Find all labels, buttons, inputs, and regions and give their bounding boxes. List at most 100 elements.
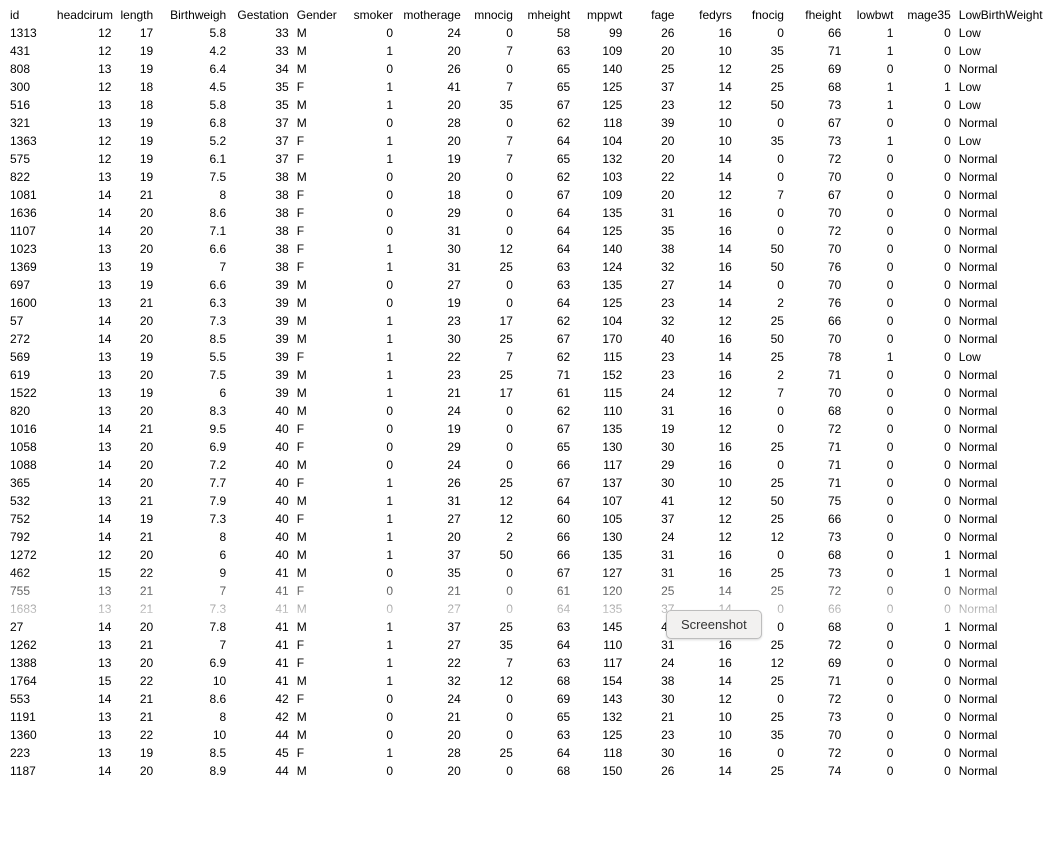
cell-LowBirthWeight: Normal bbox=[955, 258, 1054, 276]
cell-mppwt: 125 bbox=[574, 96, 626, 114]
cell-fnocig: 25 bbox=[736, 762, 788, 780]
cell-motherage: 29 bbox=[397, 438, 465, 456]
cell-headcirum: 14 bbox=[53, 420, 116, 438]
cell-mage35: 0 bbox=[897, 348, 954, 366]
cell-smoker: 0 bbox=[340, 24, 397, 42]
cell-mnocig: 0 bbox=[465, 168, 517, 186]
screenshot-button[interactable]: Screenshot bbox=[666, 610, 762, 639]
cell-Birthweigh: 6.4 bbox=[157, 60, 230, 78]
cell-Gestation: 39 bbox=[230, 366, 293, 384]
cell-fheight: 66 bbox=[788, 600, 845, 618]
cell-fheight: 71 bbox=[788, 474, 845, 492]
cell-Gender: M bbox=[293, 60, 340, 78]
cell-Birthweigh: 7.5 bbox=[157, 168, 230, 186]
cell-mnocig: 25 bbox=[465, 258, 517, 276]
cell-headcirum: 14 bbox=[53, 762, 116, 780]
cell-headcirum: 13 bbox=[53, 114, 116, 132]
cell-fheight: 70 bbox=[788, 240, 845, 258]
cell-mage35: 0 bbox=[897, 636, 954, 654]
cell-fage: 32 bbox=[626, 312, 678, 330]
cell-fnocig: 50 bbox=[736, 96, 788, 114]
cell-fnocig: 7 bbox=[736, 186, 788, 204]
cell-fedyrs: 14 bbox=[678, 294, 735, 312]
cell-mheight: 63 bbox=[517, 726, 574, 744]
cell-Gestation: 38 bbox=[230, 240, 293, 258]
cell-mheight: 64 bbox=[517, 132, 574, 150]
cell-fheight: 73 bbox=[788, 528, 845, 546]
cell-length: 20 bbox=[115, 546, 157, 564]
cell-smoker: 0 bbox=[340, 60, 397, 78]
cell-fage: 39 bbox=[626, 114, 678, 132]
cell-Birthweigh: 8.5 bbox=[157, 330, 230, 348]
cell-smoker: 1 bbox=[340, 258, 397, 276]
cell-smoker: 0 bbox=[340, 186, 397, 204]
cell-lowbwt: 0 bbox=[845, 312, 897, 330]
cell-lowbwt: 1 bbox=[845, 348, 897, 366]
cell-fedyrs: 14 bbox=[678, 348, 735, 366]
cell-mnocig: 25 bbox=[465, 330, 517, 348]
cell-fnocig: 25 bbox=[736, 564, 788, 582]
cell-fheight: 71 bbox=[788, 42, 845, 60]
cell-length: 20 bbox=[115, 330, 157, 348]
cell-Gestation: 37 bbox=[230, 132, 293, 150]
cell-LowBirthWeight: Normal bbox=[955, 492, 1054, 510]
cell-Birthweigh: 7.9 bbox=[157, 492, 230, 510]
cell-lowbwt: 1 bbox=[845, 78, 897, 96]
cell-mppwt: 132 bbox=[574, 150, 626, 168]
cell-mppwt: 104 bbox=[574, 312, 626, 330]
cell-headcirum: 12 bbox=[53, 42, 116, 60]
cell-LowBirthWeight: Low bbox=[955, 132, 1054, 150]
cell-length: 22 bbox=[115, 726, 157, 744]
cell-lowbwt: 0 bbox=[845, 402, 897, 420]
cell-Gender: M bbox=[293, 402, 340, 420]
cell-Birthweigh: 6 bbox=[157, 384, 230, 402]
cell-headcirum: 14 bbox=[53, 204, 116, 222]
cell-Gender: M bbox=[293, 330, 340, 348]
cell-LowBirthWeight: Normal bbox=[955, 330, 1054, 348]
cell-length: 17 bbox=[115, 24, 157, 42]
cell-Gestation: 39 bbox=[230, 312, 293, 330]
cell-smoker: 0 bbox=[340, 762, 397, 780]
cell-mppwt: 104 bbox=[574, 132, 626, 150]
cell-mage35: 0 bbox=[897, 726, 954, 744]
cell-id: 462 bbox=[6, 564, 53, 582]
cell-fedyrs: 10 bbox=[678, 708, 735, 726]
cell-fheight: 78 bbox=[788, 348, 845, 366]
cell-headcirum: 14 bbox=[53, 186, 116, 204]
cell-mage35: 0 bbox=[897, 60, 954, 78]
cell-Birthweigh: 9.5 bbox=[157, 420, 230, 438]
cell-Gender: F bbox=[293, 186, 340, 204]
cell-motherage: 21 bbox=[397, 384, 465, 402]
cell-Birthweigh: 7.3 bbox=[157, 312, 230, 330]
cell-id: 575 bbox=[6, 150, 53, 168]
cell-fnocig: 0 bbox=[736, 690, 788, 708]
cell-mnocig: 7 bbox=[465, 42, 517, 60]
cell-headcirum: 14 bbox=[53, 312, 116, 330]
cell-motherage: 28 bbox=[397, 744, 465, 762]
cell-mnocig: 7 bbox=[465, 132, 517, 150]
cell-id: 553 bbox=[6, 690, 53, 708]
cell-LowBirthWeight: Normal bbox=[955, 204, 1054, 222]
cell-mage35: 0 bbox=[897, 402, 954, 420]
table-row: 53213217.940M13112641074112507500Normal bbox=[6, 492, 1054, 510]
cell-Gender: M bbox=[293, 168, 340, 186]
cell-fheight: 68 bbox=[788, 546, 845, 564]
cell-Gestation: 39 bbox=[230, 276, 293, 294]
cell-Birthweigh: 6.9 bbox=[157, 438, 230, 456]
cell-fnocig: 25 bbox=[736, 348, 788, 366]
cell-mage35: 0 bbox=[897, 438, 954, 456]
cell-fedyrs: 14 bbox=[678, 240, 735, 258]
cell-fnocig: 35 bbox=[736, 132, 788, 150]
cell-fage: 41 bbox=[626, 492, 678, 510]
cell-Birthweigh: 8 bbox=[157, 708, 230, 726]
cell-motherage: 31 bbox=[397, 258, 465, 276]
cell-motherage: 30 bbox=[397, 330, 465, 348]
cell-lowbwt: 0 bbox=[845, 582, 897, 600]
cell-fheight: 76 bbox=[788, 258, 845, 276]
cell-LowBirthWeight: Normal bbox=[955, 276, 1054, 294]
cell-mheight: 60 bbox=[517, 510, 574, 528]
cell-motherage: 18 bbox=[397, 186, 465, 204]
cell-Gestation: 33 bbox=[230, 24, 293, 42]
cell-Birthweigh: 6 bbox=[157, 546, 230, 564]
cell-length: 22 bbox=[115, 564, 157, 582]
